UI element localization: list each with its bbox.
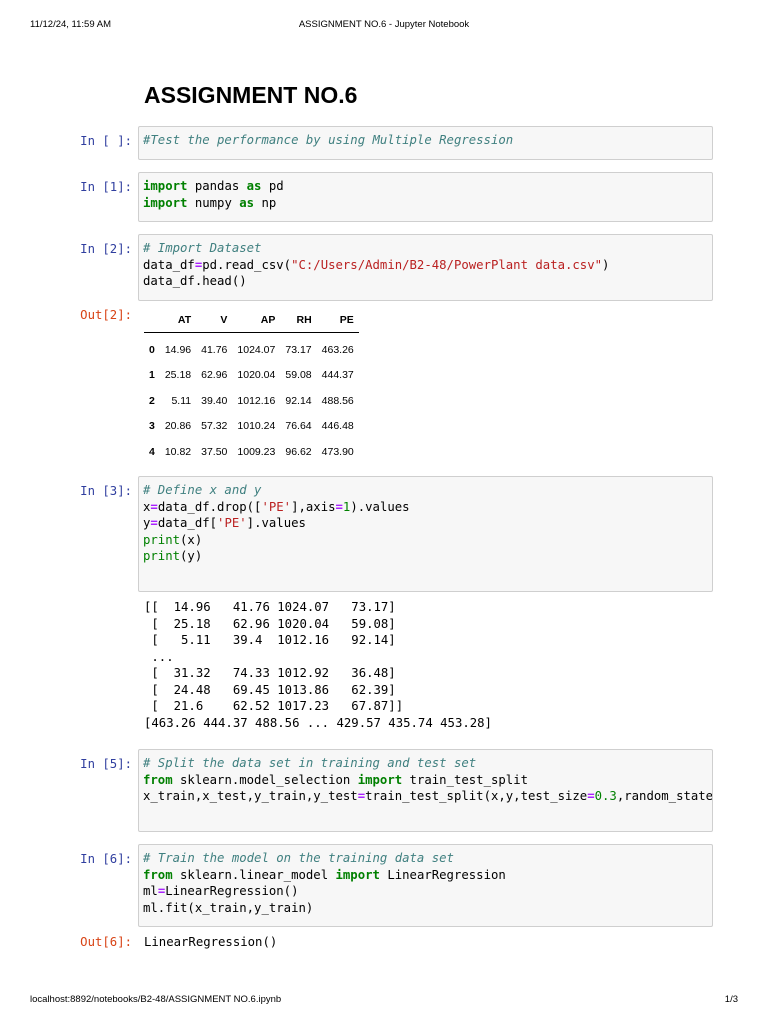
- table-cell: 488.56: [321, 394, 354, 407]
- table-cell: 57.32: [201, 420, 228, 433]
- table-cell: 41.76: [201, 343, 228, 356]
- table-cell: 10.82: [164, 445, 192, 458]
- table-cell: 25.18: [164, 369, 192, 382]
- print-page-title: ASSIGNMENT NO.6 - Jupyter Notebook: [298, 19, 470, 30]
- column-header: PE: [316, 308, 359, 333]
- table-cell: 1020.04: [237, 369, 276, 382]
- code-cell-source[interactable]: # Define x and y x=data_df.drop(['PE'],a…: [143, 482, 708, 565]
- row-index: 4: [149, 445, 155, 458]
- table-cell: 96.62: [285, 445, 312, 458]
- execute-result: LinearRegression(): [144, 935, 278, 949]
- table-cell: 1024.07: [237, 343, 276, 356]
- code-cell-source[interactable]: #Test the performance by using Multiple …: [143, 132, 708, 149]
- row-index: 0: [149, 343, 155, 356]
- stdout-output: [[ 14.96 41.76 1024.07 73.17] [ 25.18 62…: [144, 600, 492, 730]
- code-cell[interactable]: # Split the data set in training and tes…: [138, 749, 713, 832]
- table-cell: 20.86: [164, 420, 192, 433]
- table-cell: 5.11: [171, 394, 192, 407]
- table-cell: 37.50: [201, 445, 228, 458]
- code-cell[interactable]: # Define x and y x=data_df.drop(['PE'],a…: [138, 476, 713, 592]
- table-cell: 62.96: [201, 369, 228, 382]
- column-header: RH: [280, 308, 317, 333]
- table-cell: 463.26: [321, 343, 354, 356]
- row-index: 1: [149, 369, 155, 382]
- code-cell-source[interactable]: import pandas as pd import numpy as np: [143, 178, 708, 211]
- table-cell: 473.90: [321, 445, 354, 458]
- table-row: 1 25.18 62.96 1020.04 59.08 444.37: [144, 363, 359, 389]
- table-cell: 446.48: [321, 420, 354, 433]
- code-cell[interactable]: # Train the model on the training data s…: [138, 844, 713, 927]
- table-cell: 1010.24: [237, 420, 276, 433]
- column-header: V: [196, 308, 233, 333]
- column-header: AT: [159, 308, 197, 333]
- table-cell: 92.14: [285, 394, 312, 407]
- output-prompt: Out[2]:: [80, 308, 132, 322]
- table-cell: 39.40: [201, 394, 228, 407]
- table-row: 2 5.11 39.40 1012.16 92.14 488.56: [144, 388, 359, 414]
- code-cell[interactable]: #Test the performance by using Multiple …: [138, 126, 713, 160]
- code-cell-source[interactable]: # Train the model on the training data s…: [143, 850, 708, 916]
- code-cell-source[interactable]: # Import Dataset data_df=pd.read_csv("C:…: [143, 240, 708, 290]
- row-index: 2: [149, 394, 155, 407]
- print-page-number: 1/3: [724, 994, 738, 1005]
- table-cell: 59.08: [285, 369, 312, 382]
- cell-prompt: In [ ]:: [80, 134, 132, 148]
- table-row: 3 20.86 57.32 1010.24 76.64 446.48: [144, 414, 359, 440]
- cell-prompt: In [2]:: [80, 242, 132, 256]
- code-text: #Test the performance by using Multiple …: [143, 133, 514, 147]
- row-index: 3: [149, 420, 155, 433]
- table-header-row: AT V AP RH PE: [144, 308, 359, 333]
- table-row: 4 10.82 37.50 1009.23 96.62 473.90: [144, 439, 359, 465]
- table-body: 0 14.96 41.76 1024.07 73.17 463.26 1 25.18 62.96…: [144, 333, 359, 465]
- code-cell-source[interactable]: # Split the data set in training and tes…: [143, 755, 712, 805]
- code-cell[interactable]: # Import Dataset data_df=pd.read_csv("C:…: [138, 234, 713, 301]
- table-cell: 444.37: [321, 369, 354, 382]
- table-row: 0 14.96 41.76 1024.07 73.17 463.26: [144, 333, 359, 363]
- dataframe-table: AT V AP RH PE 0 14.96 41.76 1024.07 73.17 463.26 1…: [144, 308, 359, 465]
- cell-prompt: In [5]:: [80, 757, 132, 771]
- column-header: [144, 308, 160, 333]
- code-cell[interactable]: import pandas as pd import numpy as np: [138, 172, 713, 222]
- cell-prompt: In [1]:: [80, 180, 132, 194]
- notebook-title: ASSIGNMENT NO.6: [144, 82, 358, 108]
- table-cell: 76.64: [285, 420, 312, 433]
- table-cell: 1012.16: [237, 394, 276, 407]
- cell-prompt: In [3]:: [80, 484, 132, 498]
- output-prompt: Out[6]:: [80, 935, 132, 949]
- table-cell: 73.17: [285, 343, 312, 356]
- print-url: localhost:8892/notebooks/B2-48/ASSIGNMEN…: [30, 994, 282, 1005]
- table-cell: 14.96: [164, 343, 192, 356]
- table-cell: 1009.23: [237, 445, 276, 458]
- cell-prompt: In [6]:: [80, 852, 132, 866]
- column-header: AP: [232, 308, 281, 333]
